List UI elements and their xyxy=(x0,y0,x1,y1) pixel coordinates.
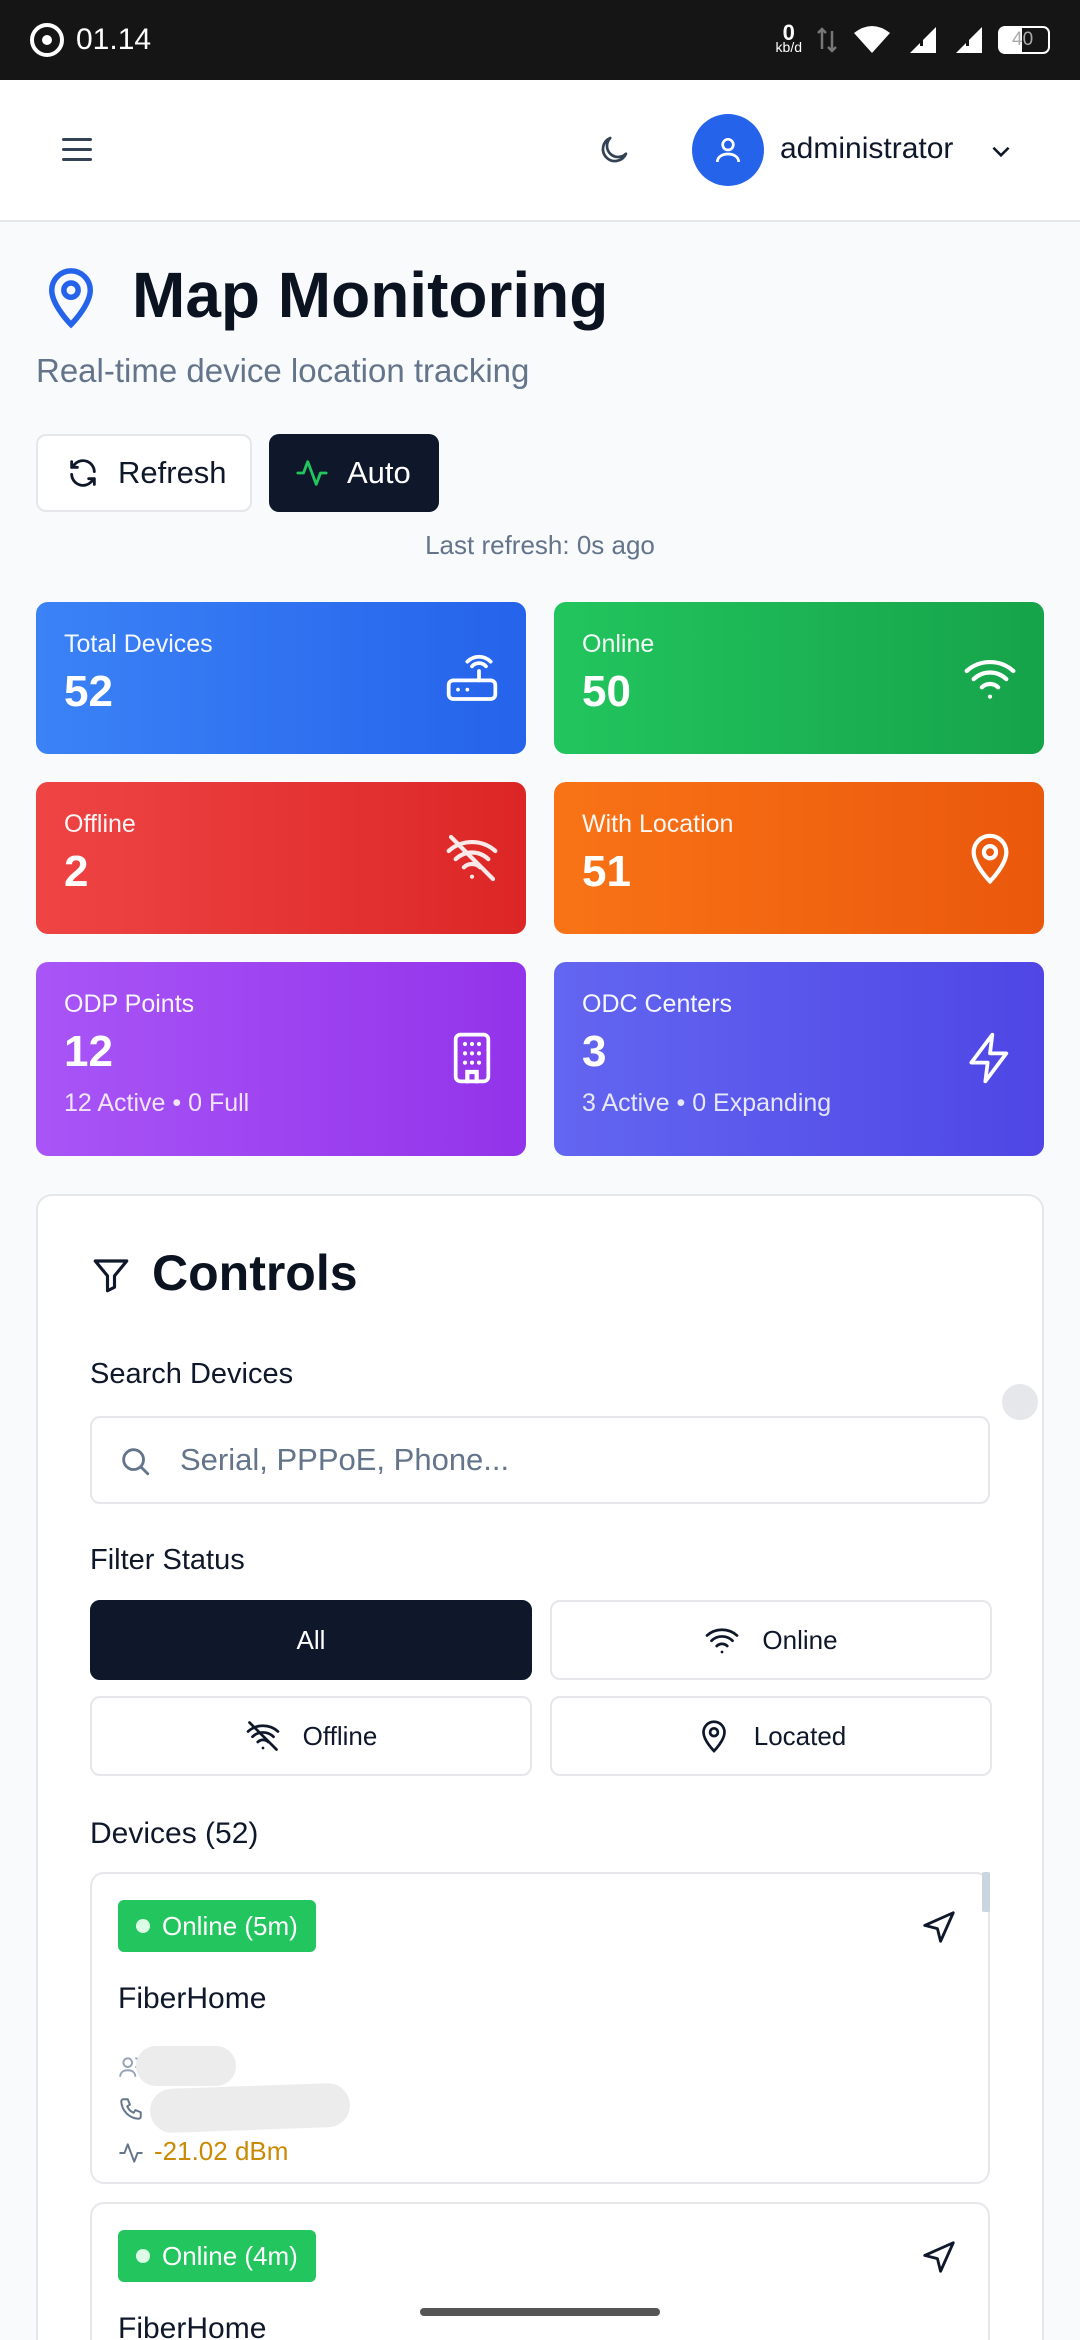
user-icon xyxy=(716,138,740,163)
stat-label: ODP Points xyxy=(64,990,195,1018)
device-card[interactable]: Online (4m) FiberHome xyxy=(90,2202,990,2340)
stat-label: Total Devices xyxy=(64,630,213,658)
stat-value: 3 xyxy=(582,1027,607,1076)
stat-label: ODC Centers xyxy=(582,990,733,1018)
data-arrows-icon xyxy=(817,27,837,53)
filter-offline-button[interactable]: Offline xyxy=(90,1696,532,1776)
top-header: administrator xyxy=(0,80,1080,222)
map-pin-icon xyxy=(701,1720,726,1753)
controls-title: Controls xyxy=(152,1245,358,1301)
redacted-phone xyxy=(149,2082,351,2134)
stat-value: 52 xyxy=(64,667,113,716)
stat-card-odp-points: ODP Points 12 12 Active • 0 Full xyxy=(36,962,526,1156)
dark-mode-toggle-icon[interactable] xyxy=(596,132,632,168)
redacted-user xyxy=(136,2046,236,2086)
navigate-icon[interactable] xyxy=(920,2238,958,2276)
wifi-off-icon xyxy=(246,1721,280,1751)
router-icon xyxy=(446,654,498,701)
cell-signal-2-icon xyxy=(956,27,982,53)
wifi-signal-icon xyxy=(854,26,890,53)
stat-card-online: Online 50 xyxy=(554,602,1044,754)
last-refresh-text: Last refresh: 0s ago xyxy=(425,530,655,560)
list-scrollbar[interactable] xyxy=(982,1872,990,1912)
filter-label: Offline xyxy=(302,1720,378,1751)
signal-strength: -21.02 dBm xyxy=(154,2136,289,2166)
avatar[interactable] xyxy=(692,114,764,186)
stat-value: 51 xyxy=(582,847,631,896)
activity-icon xyxy=(296,460,328,486)
status-time: 01.14 xyxy=(76,23,152,56)
home-indicator[interactable] xyxy=(420,2308,660,2316)
device-card[interactable]: Online (5m) FiberHome -21.02 dBm xyxy=(90,1872,990,2184)
menu-icon[interactable] xyxy=(62,138,92,162)
map-pin-icon xyxy=(48,268,94,329)
phone-icon xyxy=(120,2098,142,2120)
chevron-down-icon[interactable] xyxy=(988,138,1014,164)
stat-card-with-location: With Location 51 xyxy=(554,782,1044,934)
status-badge: Online (5m) xyxy=(118,1900,316,1952)
search-input[interactable] xyxy=(180,1418,970,1502)
filter-label: All xyxy=(296,1624,326,1655)
stat-value: 50 xyxy=(582,667,631,716)
page-subtitle: Real-time device location tracking xyxy=(36,352,530,389)
stat-card-total-devices: Total Devices 52 xyxy=(36,602,526,754)
refresh-label: Refresh xyxy=(118,455,227,490)
stat-label: With Location xyxy=(582,810,734,838)
page-title: Map Monitoring xyxy=(132,259,609,331)
map-pin-icon xyxy=(971,833,1009,885)
refresh-icon xyxy=(70,459,96,487)
activity-icon xyxy=(119,2143,143,2163)
stat-label: Offline xyxy=(64,810,136,838)
search-label: Search Devices xyxy=(90,1358,294,1390)
network-speed: 0 kb/d xyxy=(775,20,802,55)
status-indicators: 0 kb/d 40 xyxy=(775,20,1050,55)
app-logo-icon xyxy=(30,23,64,57)
zap-icon xyxy=(969,1032,1009,1084)
device-name: FiberHome xyxy=(118,1982,267,2015)
status-badge: Online (4m) xyxy=(118,2230,316,2282)
cell-signal-icon xyxy=(910,27,936,53)
stat-sub: 12 Active • 0 Full xyxy=(64,1089,250,1117)
stat-label: Online xyxy=(582,630,655,658)
search-icon xyxy=(122,1448,150,1476)
battery-icon: 40 xyxy=(998,26,1050,54)
navigate-icon[interactable] xyxy=(920,1908,958,1946)
auto-refresh-button[interactable]: Auto xyxy=(269,434,439,512)
stat-value: 2 xyxy=(64,847,89,896)
filter-label: Located xyxy=(753,1720,847,1751)
stat-card-offline: Offline 2 xyxy=(36,782,526,934)
device-name: FiberHome xyxy=(118,2312,267,2340)
filter-status-label: Filter Status xyxy=(90,1544,245,1576)
refresh-button[interactable]: Refresh xyxy=(36,434,252,512)
scroll-indicator[interactable] xyxy=(1002,1384,1038,1420)
stat-value: 12 xyxy=(64,1027,113,1076)
stat-card-odc-centers: ODC Centers 3 3 Active • 0 Expanding xyxy=(554,962,1044,1156)
wifi-icon xyxy=(706,1628,739,1654)
building-icon xyxy=(453,1032,491,1084)
status-bar: 01.14 0 kb/d 40 xyxy=(0,0,1080,80)
filter-icon xyxy=(93,1259,129,1293)
devices-count-label: Devices (52) xyxy=(90,1817,259,1850)
filter-online-button[interactable]: Online xyxy=(550,1600,992,1680)
user-name[interactable]: administrator xyxy=(780,132,953,166)
search-box xyxy=(90,1416,990,1504)
wifi-icon xyxy=(964,660,1016,699)
filter-located-button[interactable]: Located xyxy=(550,1696,992,1776)
filter-all-button[interactable]: All xyxy=(90,1600,532,1680)
wifi-off-icon xyxy=(446,834,498,882)
stat-sub: 3 Active • 0 Expanding xyxy=(582,1089,832,1117)
filter-label: Online xyxy=(762,1624,838,1655)
auto-label: Auto xyxy=(347,455,411,490)
